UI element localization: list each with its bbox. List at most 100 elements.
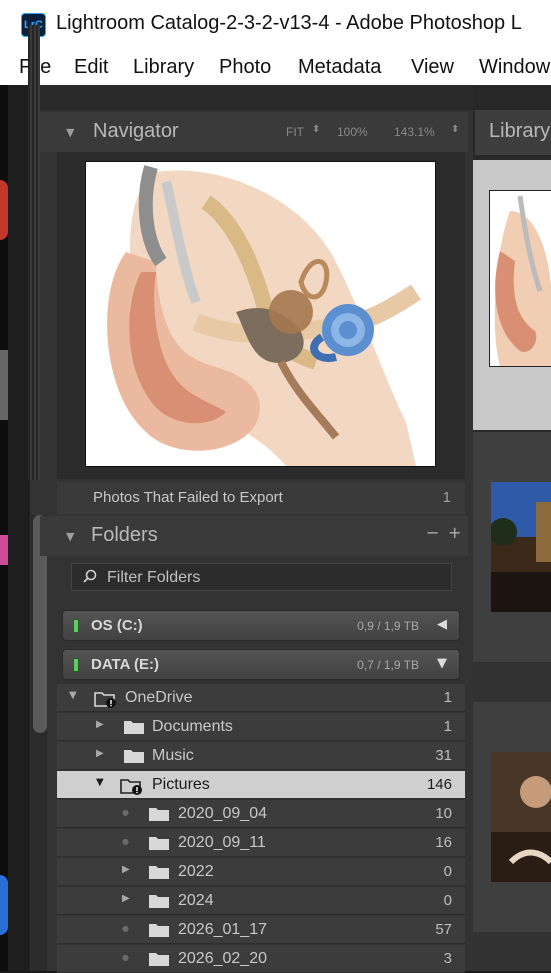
updown-icon[interactable]: ⬍ <box>451 124 459 135</box>
desktop-app-icon[interactable] <box>0 350 8 420</box>
left-edge <box>8 85 30 971</box>
ear-thumbnail-image <box>490 191 551 366</box>
folder-warning-icon <box>120 779 142 795</box>
folders-title: Folders <box>91 524 158 546</box>
desktop-app-icon[interactable] <box>0 535 8 565</box>
expand-triangle-icon[interactable]: ▶ <box>122 864 130 875</box>
folder-row[interactable]: ▶ Documents 1 <box>57 713 465 741</box>
folder-row[interactable]: ▶ 2024 0 <box>57 887 465 915</box>
menu-view[interactable]: View <box>411 56 454 79</box>
folder-row[interactable]: ▶ 2022 0 <box>57 858 465 886</box>
triangle-down-icon[interactable]: ▼ <box>437 656 447 671</box>
collection-row[interactable]: Photos That Failed to Export 1 <box>57 482 465 514</box>
folder-icon <box>149 808 169 821</box>
ear-anatomy-image <box>86 162 435 466</box>
folder-row[interactable]: ● 2026_02_20 3 <box>57 945 465 973</box>
folder-name: OneDrive <box>125 689 193 706</box>
folder-count: 1 <box>443 689 452 706</box>
folder-icon <box>149 953 169 966</box>
indoor-people-thumbnail-image <box>491 752 551 882</box>
navigator-title: Navigator <box>93 120 179 142</box>
folder-icon <box>124 721 144 734</box>
updown-icon[interactable]: ⬍ <box>312 124 320 135</box>
folder-row[interactable]: ▶ Music 31 <box>57 742 465 770</box>
folder-count: 0 <box>443 863 452 880</box>
nav-zoom-fit[interactable]: FIT <box>286 125 304 139</box>
folder-icon <box>149 837 169 850</box>
grid-thumbnail[interactable] <box>489 190 551 367</box>
folder-row-selected[interactable]: ▼ Pictures 146 <box>57 771 465 799</box>
folder-count: 16 <box>435 834 452 851</box>
collapse-triangle-icon[interactable]: ▼ <box>66 530 74 543</box>
volume-size: 0,7 / 1,9 TB <box>357 658 419 672</box>
add-folder-icon[interactable]: + <box>448 523 461 542</box>
window-title: Lightroom Catalog-2-3-2-v13-4 - Adobe Ph… <box>56 12 522 34</box>
volume-status-led <box>73 658 79 672</box>
collection-count: 1 <box>442 489 451 506</box>
folder-icon <box>149 895 169 908</box>
filter-folders-input[interactable]: Filter Folders <box>71 563 452 591</box>
folders-header[interactable]: ▼ Folders − + <box>40 516 468 556</box>
volume-os-c[interactable]: OS (C:) 0,9 / 1,9 TB ◀ <box>62 610 460 641</box>
folder-name: Pictures <box>152 776 210 793</box>
desktop-app-icon[interactable] <box>0 180 8 240</box>
expand-triangle-icon[interactable]: ▼ <box>69 690 77 701</box>
folder-name: 2024 <box>178 892 214 909</box>
menu-metadata[interactable]: Metadata <box>298 56 381 79</box>
expand-triangle-icon[interactable]: ▶ <box>96 748 104 759</box>
volume-size: 0,9 / 1,9 TB <box>357 619 419 633</box>
folder-count: 3 <box>443 950 452 967</box>
folder-count: 146 <box>426 776 452 793</box>
night-street-thumbnail-image <box>491 482 551 612</box>
folder-dot-icon: ● <box>122 808 129 817</box>
grid-cell[interactable] <box>473 702 551 932</box>
grid-thumbnail[interactable] <box>491 482 551 612</box>
menu-library[interactable]: Library <box>133 56 194 79</box>
filter-folders-placeholder: Filter Folders <box>107 569 201 586</box>
folder-name: 2022 <box>178 863 214 880</box>
folder-row[interactable]: ● 2026_01_17 57 <box>57 916 465 944</box>
folder-icon <box>124 750 144 763</box>
grid-cell-footer <box>473 662 551 702</box>
panel-resize-grip[interactable] <box>28 25 40 480</box>
folder-row[interactable]: ▼ OneDrive 1 <box>57 684 465 712</box>
volume-data-e[interactable]: DATA (E:) 0,7 / 1,9 TB ▼ <box>62 649 460 680</box>
folder-name: 2020_09_11 <box>178 834 266 851</box>
expand-triangle-icon[interactable]: ▶ <box>96 719 104 730</box>
grid-cell[interactable] <box>473 432 551 662</box>
folder-count: 10 <box>435 805 452 822</box>
nav-zoom-custom[interactable]: 143.1% <box>394 125 435 139</box>
menu-photo[interactable]: Photo <box>219 56 271 79</box>
folder-dot-icon: ● <box>122 837 129 846</box>
folder-name: Music <box>152 747 194 764</box>
grid-thumbnail[interactable] <box>491 752 551 882</box>
triangle-left-icon[interactable]: ◀ <box>437 617 447 632</box>
menu-window[interactable]: Window <box>479 56 550 79</box>
folder-dot-icon: ● <box>122 924 129 933</box>
folder-count: 1 <box>443 718 452 735</box>
desktop-app-icon[interactable] <box>0 875 8 935</box>
volume-status-led <box>73 619 79 633</box>
grid-cell-selected[interactable] <box>473 160 551 430</box>
library-title: Library <box>489 120 551 142</box>
desktop-strip <box>0 85 8 971</box>
folder-icon <box>149 866 169 879</box>
grid-cell-footer <box>473 932 551 971</box>
search-icon <box>83 569 97 583</box>
folder-count: 31 <box>435 747 452 764</box>
folder-row[interactable]: ● 2020_09_04 10 <box>57 800 465 828</box>
folder-row[interactable]: ● 2020_09_11 16 <box>57 829 465 857</box>
collapse-triangle-icon[interactable]: ▼ <box>66 126 74 139</box>
expand-triangle-icon[interactable]: ▼ <box>96 777 104 788</box>
nav-zoom-100[interactable]: 100% <box>337 125 368 139</box>
navigator-header[interactable]: ▼ Navigator FIT ⬍ 100% 143.1% ⬍ <box>40 112 468 152</box>
folder-name: Documents <box>152 718 233 735</box>
folder-count: 0 <box>443 892 452 909</box>
volume-name: OS (C:) <box>91 617 143 634</box>
library-header[interactable]: Library <box>475 110 551 155</box>
navigator-preview-image[interactable] <box>85 161 436 467</box>
folder-name: 2026_02_20 <box>178 950 267 967</box>
remove-folder-icon[interactable]: − <box>426 523 439 542</box>
menu-edit[interactable]: Edit <box>74 56 108 79</box>
expand-triangle-icon[interactable]: ▶ <box>122 893 130 904</box>
